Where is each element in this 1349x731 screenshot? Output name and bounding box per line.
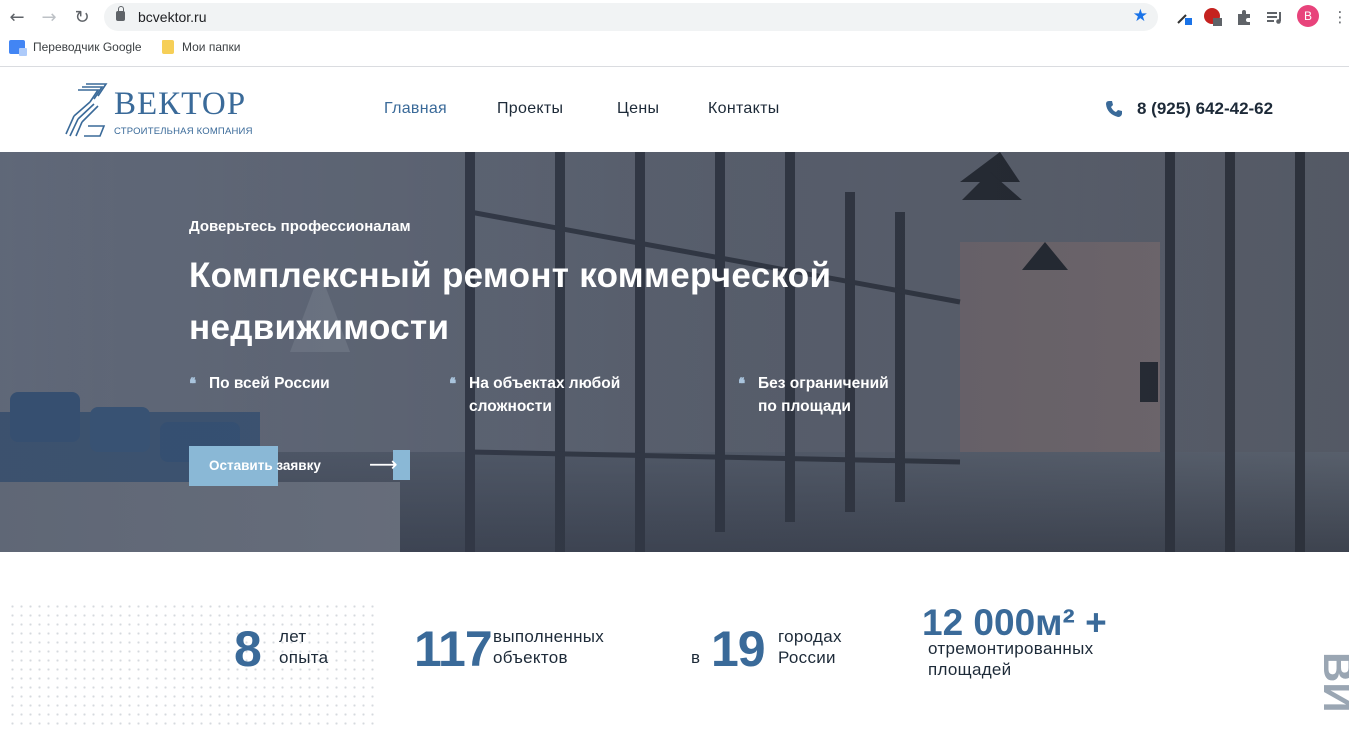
browser-toolbar: ← → ↻ bcvektor.ru ★ В ⋮ Переводчик Googl… [0,0,1349,67]
profile-avatar[interactable]: В [1297,5,1319,27]
address-bar[interactable]: bcvektor.ru ★ [104,3,1158,31]
kebab-menu-icon[interactable]: ⋮ [1329,6,1349,28]
feature-line: На объектах любой [469,375,621,392]
stat-label-line: России [778,648,836,667]
stat-label-line: опыта [279,648,329,667]
feature-line: сложности [469,398,552,415]
reload-icon[interactable]: ↻ [71,6,93,28]
bookmark-label: Переводчик Google [33,40,142,54]
lock-icon [116,6,125,21]
quote-mark-icon: ❛❛ [449,374,457,393]
submit-request-button[interactable]: Оставить заявку ⟶ [189,446,410,486]
button-label: Оставить заявку [209,458,321,473]
star-icon[interactable]: ★ [1133,6,1148,26]
bookmark-label: Мои папки [182,40,241,54]
site-header: ВЕКТОР СТРОИТЕЛЬНАЯ КОМПАНИЯ Главная Про… [0,67,1349,152]
stat-number: 12 000м² + [922,602,1107,643]
stat-label-line: площадей [928,660,1012,679]
nav-projects[interactable]: Проекты [497,100,563,118]
bookmark-my-folders[interactable]: Мои папки [162,40,240,54]
stat-label-line: отремонтированных [928,639,1094,658]
stat-label-line: выполненных [493,627,605,646]
feature-item: ❛❛ На объектах любой сложности [449,372,621,418]
stat-label: городах России [778,626,842,668]
google-translate-icon [9,40,27,56]
url-text: bcvektor.ru [138,9,207,25]
puzzle-icon[interactable] [1233,6,1255,28]
phone-icon [1106,101,1122,117]
nav-contacts[interactable]: Контакты [708,100,780,118]
feature-line: Без ограничений [758,375,889,392]
hero-headline: Комплексный ремонт коммерческой недвижим… [189,256,832,347]
feature-line: По всей России [209,375,330,392]
hero-banner: Доверьтесь профессионалам Комплексный ре… [0,152,1349,552]
back-icon[interactable]: ← [6,6,28,28]
stat-prefix: в [691,648,701,667]
phone-link[interactable]: 8 (925) 642-42-62 [1105,99,1273,119]
stat-label: лет опыта [279,626,328,668]
vertical-side-text: ВИ [1315,652,1349,713]
stat-label-line: объектов [493,648,568,667]
forward-icon[interactable]: → [38,6,60,28]
nav-home[interactable]: Главная [384,100,447,118]
arrow-right-icon: ⟶ [369,452,398,476]
feature-line: по площади [758,398,851,415]
quote-mark-icon: ❛❛ [738,374,746,393]
logo-wordmark: ВЕКТОР [114,86,247,122]
stat-number: 19 [711,621,766,677]
stat-label-line: городах [778,627,842,646]
hero-kicker: Доверьтесь профессионалам [189,218,411,235]
folder-icon [162,40,174,54]
stats-section: 8 лет опыта 117 выполненных объектов в 1… [0,552,1349,731]
feature-item: ❛❛ Без ограничений по площади [738,372,889,418]
logo-mark-icon [65,83,108,137]
logo-subtitle: СТРОИТЕЛЬНАЯ КОМПАНИЯ [114,126,253,137]
bookmark-google-translate[interactable]: Переводчик Google [9,40,142,56]
stat-number: 8 [234,621,262,677]
feature-item: ❛❛ По всей России [189,372,330,395]
phone-number: 8 (925) 642-42-62 [1137,99,1274,118]
quote-mark-icon: ❛❛ [189,374,197,393]
eyedropper-extension-icon[interactable] [1173,6,1195,28]
logo[interactable]: ВЕКТОР СТРОИТЕЛЬНАЯ КОМПАНИЯ [64,82,254,138]
nav-prices[interactable]: Цены [617,100,659,118]
media-list-icon[interactable] [1264,6,1286,28]
stat-label: отремонтированных площадей [928,638,1093,680]
stat-number: 117 [414,621,493,677]
adblock-extension-icon[interactable] [1202,6,1224,28]
stat-label-line: лет [279,627,307,646]
stat-label: выполненных объектов [493,626,604,668]
